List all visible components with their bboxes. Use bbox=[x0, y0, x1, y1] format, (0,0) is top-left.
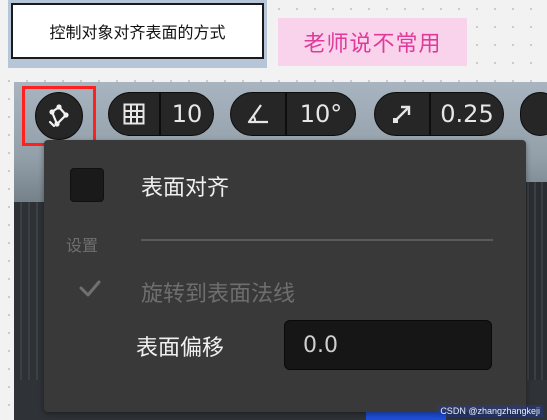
surface-align-checkbox[interactable] bbox=[70, 168, 104, 202]
note-label: 老师说不常用 bbox=[278, 18, 467, 66]
editor-viewport[interactable]: 10 10° 0.25 表面对齐 设置 旋转到表面法线 表面偏移 0.0 CSD… bbox=[14, 82, 547, 420]
scale-snap-control: 0.25 bbox=[374, 92, 504, 136]
grid-snap-control: 10 bbox=[108, 92, 214, 136]
caption-frame: 控制对象对齐表面的方式 bbox=[8, 0, 267, 68]
rotation-snap-control: 10° bbox=[230, 92, 356, 136]
surface-snap-highlight bbox=[22, 86, 96, 146]
surface-snap-icon bbox=[48, 104, 69, 128]
rotation-snap-value[interactable]: 10° bbox=[287, 93, 355, 135]
surface-offset-input[interactable] bbox=[284, 320, 492, 370]
scale-snap-value[interactable]: 0.25 bbox=[431, 93, 503, 135]
check-icon bbox=[79, 280, 101, 297]
surface-offset-label: 表面偏移 bbox=[136, 336, 225, 361]
surface-snap-dropdown: 表面对齐 设置 旋转到表面法线 表面偏移 bbox=[44, 140, 526, 412]
angle-icon bbox=[247, 104, 268, 124]
surface-snap-button[interactable] bbox=[35, 92, 83, 140]
grid-icon bbox=[123, 103, 145, 125]
rotation-snap-toggle[interactable] bbox=[231, 93, 285, 135]
camera-speed-control[interactable] bbox=[520, 92, 547, 136]
watermark: CSDN @zhangzhangkeji bbox=[437, 405, 543, 417]
section-divider bbox=[141, 239, 493, 241]
scale-snap-toggle[interactable] bbox=[375, 93, 429, 135]
grid-snap-value[interactable]: 10 bbox=[161, 93, 213, 135]
grid-snap-toggle[interactable] bbox=[109, 93, 159, 135]
caption-label: 控制对象对齐表面的方式 bbox=[11, 3, 264, 59]
surface-align-label: 表面对齐 bbox=[141, 176, 230, 201]
scale-arrow-icon bbox=[393, 105, 411, 123]
rotate-to-normal-option[interactable]: 旋转到表面法线 bbox=[141, 276, 295, 308]
settings-section-label: 设置 bbox=[66, 236, 99, 255]
